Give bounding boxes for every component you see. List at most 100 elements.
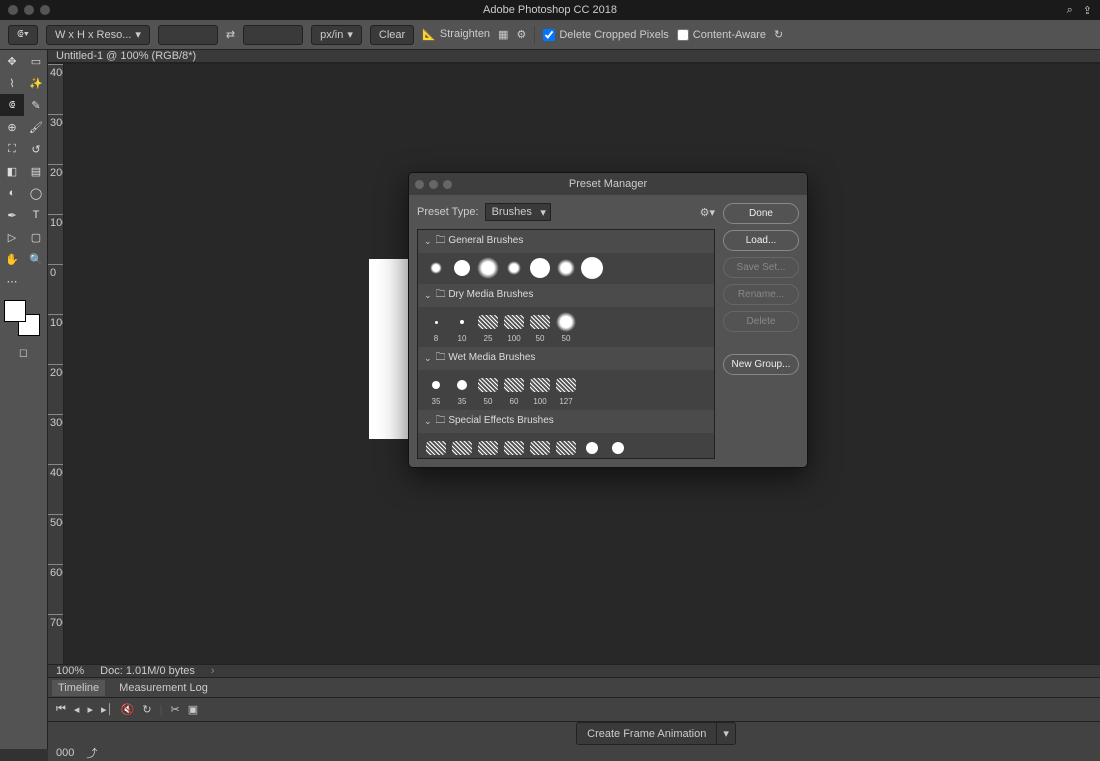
crop-width-input[interactable] [158,25,218,45]
brush-preset[interactable]: 306 [554,437,578,459]
load-button[interactable]: Load... [723,230,799,251]
hand-tool[interactable]: ✋ [0,248,24,270]
delete-cropped-check[interactable]: Delete Cropped Pixels [543,29,668,41]
brush-preset[interactable]: 50 [606,437,630,459]
brush-preset[interactable] [502,257,526,280]
rename-button[interactable]: Rename... [723,284,799,305]
brush-preset[interactable]: 60 [502,374,526,406]
preset-list[interactable]: ⌄ 🗀 General Brushes ⌄ 🗀 Dry Media Brushes… [417,229,715,459]
min-dot[interactable] [24,5,34,15]
render-icon[interactable]: ⤴ [86,745,97,761]
doc-size[interactable]: Doc: 1.01M/0 bytes [100,665,195,677]
first-frame-icon[interactable]: ⏮ [56,703,66,716]
save-set-button[interactable]: Save Set... [723,257,799,278]
brush-preset[interactable]: 25 [476,311,500,343]
gear-icon[interactable]: ⚙ [516,28,526,41]
brush-preset[interactable] [580,257,604,280]
delete-button[interactable]: Delete [723,311,799,332]
brush-preset[interactable]: 127 [554,374,578,406]
brush-preset[interactable]: 10 [450,311,474,343]
brush-group-head[interactable]: ⌄ 🗀 Dry Media Brushes [418,284,714,307]
more-tool[interactable]: ⋯ [0,270,24,292]
document-tab[interactable]: Untitled-1 @ 100% (RGB/8*) [56,50,196,62]
transition-icon[interactable]: ▣ [188,703,198,716]
grid-icon[interactable]: ▦ [498,28,508,41]
chevron-down-icon[interactable]: ▾ [716,723,735,744]
brush-preset[interactable]: 35 [450,374,474,406]
share-icon[interactable]: ⇪ [1083,4,1092,17]
unit-dd[interactable]: px/in ▾ [311,25,362,45]
dodge-tool[interactable]: ◯ [24,182,48,204]
brush-preset[interactable] [476,257,500,280]
brush-preset[interactable] [528,257,552,280]
tool-preset-dd[interactable]: ⟃▾ [8,25,38,45]
brush-preset[interactable]: 284 [424,437,448,459]
brush-tool[interactable]: 🖌 [24,116,48,138]
path-tool[interactable]: ▷ [0,226,24,248]
brush-preset[interactable]: 35 [424,374,448,406]
swap-icon[interactable]: ⇄ [226,28,235,41]
wand-tool[interactable]: ✨ [24,72,48,94]
status-arrow-icon[interactable]: › [211,665,215,677]
brush-group-head[interactable]: ⌄ 🗀 General Brushes [418,230,714,253]
fg-color-swatch[interactable] [4,300,26,322]
move-tool[interactable]: ✥ [0,50,24,72]
straighten-button[interactable]: 📐Straighten [422,28,490,41]
brush-preset[interactable]: 100 [502,311,526,343]
fg-bg-swatch[interactable] [4,300,40,336]
create-frame-animation-button[interactable]: Create Frame Animation▾ [576,722,736,745]
lasso-tool[interactable]: ⌇ [0,72,24,94]
blur-tool[interactable]: ◐ [0,182,24,204]
dialog-titlebar[interactable]: Preset Manager [409,173,807,195]
quickmask-icon[interactable]: ◻ [0,344,47,361]
eyedropper-tool[interactable]: ✎ [24,94,48,116]
play-icon[interactable]: ▸ [87,703,93,716]
brush-group-head[interactable]: ⌄ 🗀 Special Effects Brushes [418,410,714,433]
brush-preset[interactable]: 284 [450,437,474,459]
reset-icon[interactable]: ↻ [774,28,783,41]
close-dot[interactable] [8,5,18,15]
aspect-dd[interactable]: W x H x Reso... ▾ [46,25,150,45]
content-aware-check[interactable]: Content-Aware [677,29,766,41]
new-group-button[interactable]: New Group... [723,354,799,375]
brush-preset[interactable]: 50 [528,311,552,343]
brush-preset[interactable]: 100 [528,374,552,406]
brush-preset[interactable] [450,257,474,280]
brush-preset[interactable]: 174 [502,437,526,459]
clear-button[interactable]: Clear [370,25,414,45]
preset-type-select[interactable]: Brushes ▾ [485,203,551,221]
search-icon[interactable]: ⌕ [1067,4,1073,17]
loop-icon[interactable]: ↻ [142,703,151,716]
brush-preset[interactable]: 50 [476,374,500,406]
crop-height-input[interactable] [243,25,303,45]
pen-tool[interactable]: ✒ [0,204,24,226]
stamp-tool[interactable]: ⛶ [0,138,24,160]
heal-tool[interactable]: ⊕ [0,116,24,138]
shape-tool[interactable]: ▢ [24,226,48,248]
tab-measurement-log[interactable]: Measurement Log [113,680,214,696]
history-brush-tool[interactable]: ↺ [24,138,48,160]
audio-icon[interactable]: 🔇 [121,703,135,716]
window-controls[interactable] [8,5,50,15]
type-tool[interactable]: T [24,204,48,226]
brush-preset[interactable]: 50 [554,311,578,343]
max-dot[interactable] [40,5,50,15]
brush-preset[interactable]: 50 [580,437,604,459]
brush-preset[interactable] [424,257,448,280]
prev-frame-icon[interactable]: ◂ [74,703,80,716]
marquee-tool[interactable]: ▭ [24,50,48,72]
cut-icon[interactable]: ✂ [171,703,180,716]
eraser-tool[interactable]: ◧ [0,160,24,182]
zoom-level[interactable]: 100% [56,665,84,677]
done-button[interactable]: Done [723,203,799,224]
brush-preset[interactable]: 8 [424,311,448,343]
brush-group-head[interactable]: ⌄ 🗀 Wet Media Brushes [418,347,714,370]
brush-preset[interactable]: 80 [476,437,500,459]
gradient-tool[interactable]: ▤ [24,160,48,182]
tab-timeline[interactable]: Timeline [52,680,105,696]
gear-icon[interactable]: ⚙▾ [700,206,715,219]
crop-tool[interactable]: ⟃ [0,94,24,116]
brush-preset[interactable] [554,257,578,280]
next-frame-icon[interactable]: ▸⏐ [101,703,113,717]
brush-preset[interactable]: 175 [528,437,552,459]
